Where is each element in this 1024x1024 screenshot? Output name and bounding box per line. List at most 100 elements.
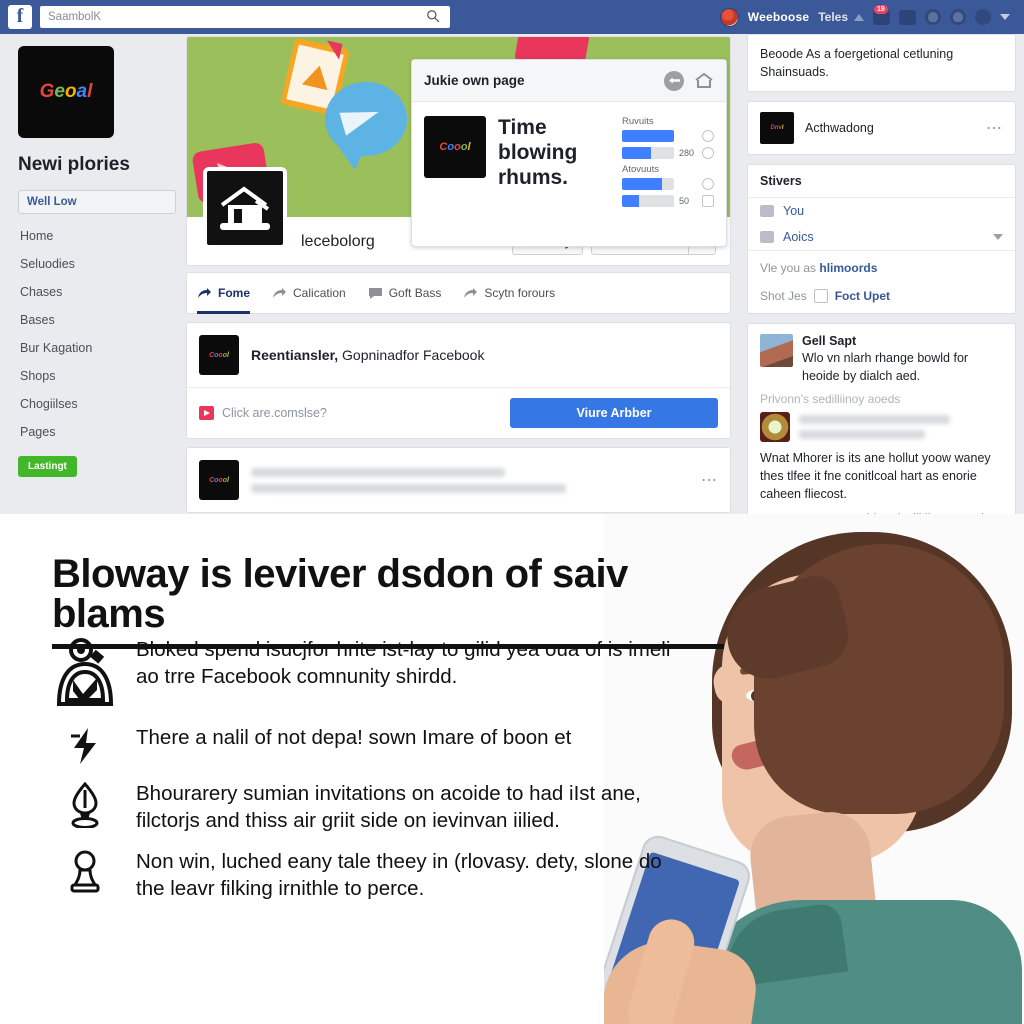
post-title-rest: Gopninadfor Facebook [338, 347, 485, 363]
infographic-bullets: Bloked spend isucjfor hrite ist-lay to g… [52, 636, 692, 916]
facebook-top-bar: f Weeboose Teles 19 [0, 0, 1024, 34]
search-input[interactable] [48, 7, 408, 27]
sidebar-item-bur-kagation[interactable]: Bur Kagation [18, 334, 176, 362]
post-link-text[interactable]: Click are.comslse? [222, 406, 327, 420]
post-title: Reentiansler, Gopninadfor Facebook [251, 347, 484, 363]
stivers-card: Stivers You Aoics Vle you as hlimoords S… [747, 164, 1016, 315]
tab-label: Calication [293, 286, 346, 300]
footer-row: Shot Jes Foct Upet [748, 285, 1015, 313]
messenger-icon[interactable] [899, 9, 916, 25]
clock-icon [702, 178, 714, 190]
facebook-logo-icon[interactable]: f [8, 5, 32, 29]
tab-scytn-forours[interactable]: Scytn forours [463, 272, 555, 314]
stivers-item-label: Aoics [783, 230, 814, 245]
insights-card-body: Coool Time blowing rhums. Ruvuits 280 At… [412, 102, 726, 226]
page-banner: lecebolorg Pao diey Which Refors Jukie o… [186, 36, 731, 266]
post-title-bold: Reentiansler, [251, 347, 339, 363]
sidebar-item-pages[interactable]: Pages [18, 418, 176, 446]
activity-row[interactable]: Dnvl Acthwadong ⋯ [748, 102, 1015, 154]
top-nav-right: Weeboose Teles 19 [719, 4, 1016, 27]
back-arrow-icon[interactable] [664, 70, 684, 91]
chat-card: Gell Sapt Wlo vn nlarh rhange bowld for … [747, 323, 1016, 514]
tab-calication[interactable]: Calication [272, 272, 346, 314]
bullet-text: Non win, luched eany tale theey in (rlov… [136, 850, 662, 901]
chevron-down-icon[interactable] [1000, 14, 1010, 20]
stivers-item-you[interactable]: You [748, 198, 1015, 224]
sidebar-item-home[interactable]: Home [18, 222, 176, 250]
sidebar-item-seluodies[interactable]: Seluodies [18, 250, 176, 278]
page-insights-card: Jukie own page Coool Time blowing rhums.… [411, 59, 727, 247]
post-avatar[interactable]: Coool [199, 335, 239, 375]
tab-goft-bass[interactable]: Goft Bass [368, 272, 442, 314]
search-icon[interactable] [426, 9, 440, 23]
view-as-row: Vle you as hlimoords [748, 250, 1015, 285]
chess-pawn-icon [52, 848, 118, 902]
more-dots-icon[interactable]: ⋯ [986, 118, 1003, 138]
image-icon [813, 289, 828, 304]
stat-label-atovuuts: Atovuuts [622, 164, 659, 175]
page-avatar[interactable] [203, 167, 287, 249]
home-icon[interactable] [694, 72, 714, 89]
tab-label: Goft Bass [388, 286, 442, 300]
chat-avatar[interactable] [760, 334, 793, 368]
facebook-page-body: Geoal Newi plories Well Low Home Seluodi… [0, 34, 1024, 514]
house-construction-icon [220, 186, 270, 230]
more-dots-icon[interactable]: ⋯ [701, 470, 718, 490]
chevron-down-icon[interactable] [993, 234, 1003, 241]
sidebar-selected-item[interactable]: Well Low [18, 190, 176, 214]
activity-label: Acthwadong [805, 121, 874, 136]
page-tabs: Fome Calication Goft Bass Scytn forours [186, 272, 731, 314]
nav-profile-name[interactable]: Weeboose [748, 10, 809, 24]
info-icon [702, 130, 714, 142]
tab-label: Fome [218, 286, 251, 300]
lightning-icon [52, 724, 118, 766]
friend-requests-icon[interactable] [925, 9, 941, 25]
stat-bar [622, 147, 674, 159]
stat-row [622, 178, 714, 190]
post-card-blurred: Coool ⋯ [186, 447, 731, 513]
sidebar-item-chases[interactable]: Chases [18, 278, 176, 306]
search-box[interactable] [40, 6, 450, 28]
play-badge-icon [199, 406, 214, 420]
footer-muted-label: Shot Jes [760, 289, 807, 304]
chat-name: Gell Sapt [802, 334, 857, 349]
account-icon[interactable] [950, 9, 966, 25]
chat-paragraph-1: Wnat Mhorer is its ane hollut yoow waney… [760, 451, 991, 501]
insights-headline: Time blowing rhums. [498, 116, 578, 189]
stivers-item-label: You [783, 204, 805, 219]
activity-avatar: Dnvl [760, 112, 794, 145]
stat-bar [622, 195, 674, 207]
stivers-item-aoics[interactable]: Aoics [748, 224, 1015, 250]
post-avatar[interactable]: Coool [199, 460, 239, 500]
stat-row [622, 130, 714, 142]
stat-label-ruvuits: Ruvuits [622, 116, 654, 127]
screenshot-root: f Weeboose Teles 19 Geoal [0, 0, 1024, 1024]
sidebar-item-bases[interactable]: Bases [18, 306, 176, 334]
sidebar-item-chogiilses[interactable]: Chogiilses [18, 390, 176, 418]
stat-row: 280 [622, 147, 714, 159]
sidebar-cta-button[interactable]: Lastingt [18, 456, 77, 477]
infographic-panel: Bloway is leviver dsdon of saiv blams Bl… [0, 514, 1024, 1024]
sidebar-item-shops[interactable]: Shops [18, 362, 176, 390]
list-icon [760, 231, 774, 244]
stat-bar [622, 130, 674, 142]
view-as-prefix: Vle you as [760, 261, 820, 276]
nav-link-teles[interactable]: Teles [818, 10, 848, 24]
chat-line1: Wlo vn nlarh rhange bowld for heoide by … [802, 351, 969, 383]
award-badge-icon [760, 412, 790, 443]
tab-label: Scytn forours [484, 286, 556, 300]
notifications-icon[interactable]: 19 [873, 4, 890, 25]
grid-icon [702, 195, 714, 207]
post-header: Coool Reentiansler, Gopninadfor Facebook [187, 323, 730, 387]
bullet-text: Bhourarery sumian invitations on acoide … [136, 782, 641, 833]
post-cta-button[interactable]: Viure Arbber [510, 398, 718, 428]
notification-badge: 19 [874, 4, 888, 14]
footer-link[interactable]: Foct Upet [835, 289, 890, 303]
view-as-link[interactable]: hlimoords [819, 261, 877, 275]
nav-avatar[interactable] [719, 7, 739, 27]
center-column: lecebolorg Pao diey Which Refors Jukie o… [186, 34, 735, 514]
chat-grey-text: Prlvonn's sedilliinoy aoeds [760, 392, 901, 407]
help-icon[interactable] [975, 9, 991, 25]
page-name: lecebolorg [301, 233, 375, 250]
tab-fome[interactable]: Fome [197, 272, 251, 314]
